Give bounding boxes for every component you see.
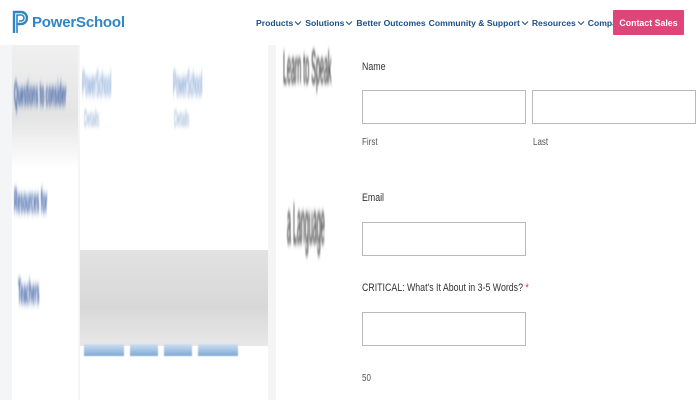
blurred-heading: Questions to consider bbox=[14, 78, 67, 114]
nav-products-label: Products bbox=[256, 18, 294, 28]
blurred-card-title: PowerSchool bbox=[82, 68, 112, 104]
email-label: Email bbox=[362, 192, 385, 204]
blurred-card-band bbox=[80, 250, 268, 346]
blurred-card-title: PowerSchool bbox=[173, 68, 203, 104]
name-label: Name bbox=[362, 61, 386, 73]
nav-solutions-label: Solutions bbox=[305, 18, 345, 28]
nav-better-outcomes[interactable]: Better Outcomes bbox=[356, 18, 425, 28]
nav-resources[interactable]: Resources bbox=[532, 18, 585, 28]
blurred-tabs bbox=[84, 344, 238, 356]
nav-products[interactable]: Products bbox=[256, 18, 302, 28]
blurred-tab bbox=[130, 344, 158, 356]
first-label: First bbox=[362, 137, 378, 148]
nav-community-support-label: Community & Support bbox=[428, 18, 520, 28]
nav-better-outcomes-label: Better Outcomes bbox=[356, 18, 426, 28]
site-header: PowerSchool Products Solutions Better Ou… bbox=[0, 0, 700, 45]
nav-resources-label: Resources bbox=[531, 18, 576, 28]
chevron-down-icon bbox=[521, 21, 529, 26]
blurred-card-subtitle: Details bbox=[174, 108, 190, 132]
last-name-input[interactable] bbox=[532, 90, 696, 124]
blurred-tab bbox=[84, 344, 124, 356]
email-input[interactable] bbox=[362, 222, 526, 256]
blurred-strip-text: a Language bbox=[287, 190, 325, 256]
required-marker: * bbox=[525, 282, 529, 294]
chevron-down-icon bbox=[346, 21, 353, 26]
chevron-down-icon bbox=[294, 21, 302, 26]
main-nav: Products Solutions Better Outcomes Commu… bbox=[256, 18, 636, 28]
blurred-tab bbox=[198, 344, 238, 356]
nav-community-support[interactable]: Community & Support bbox=[429, 18, 529, 28]
critical-label-text: CRITICAL: What's It About in 3-5 Words? bbox=[362, 282, 523, 294]
critical-label: CRITICAL: What's It About in 3-5 Words? … bbox=[362, 282, 529, 294]
blurred-tab bbox=[164, 344, 192, 356]
nav-solutions[interactable]: Solutions bbox=[305, 18, 353, 28]
critical-input[interactable] bbox=[362, 312, 526, 346]
character-counter: 50 bbox=[362, 373, 371, 384]
contact-sales-button[interactable]: Contact Sales bbox=[613, 10, 684, 35]
chevron-down-icon bbox=[577, 21, 585, 26]
first-name-input[interactable] bbox=[362, 90, 526, 124]
powerschool-logo[interactable]: PowerSchool bbox=[12, 9, 125, 35]
blurred-strip-text: Learn to Speak bbox=[283, 40, 332, 94]
blurred-card-subtitle: Details bbox=[84, 108, 100, 132]
blurred-heading: Teachers bbox=[18, 276, 40, 312]
logo-text: PowerSchool bbox=[32, 13, 125, 31]
blurred-heading: Resources for bbox=[14, 185, 48, 221]
powerschool-logo-icon bbox=[12, 10, 28, 33]
last-label: Last bbox=[533, 137, 549, 148]
